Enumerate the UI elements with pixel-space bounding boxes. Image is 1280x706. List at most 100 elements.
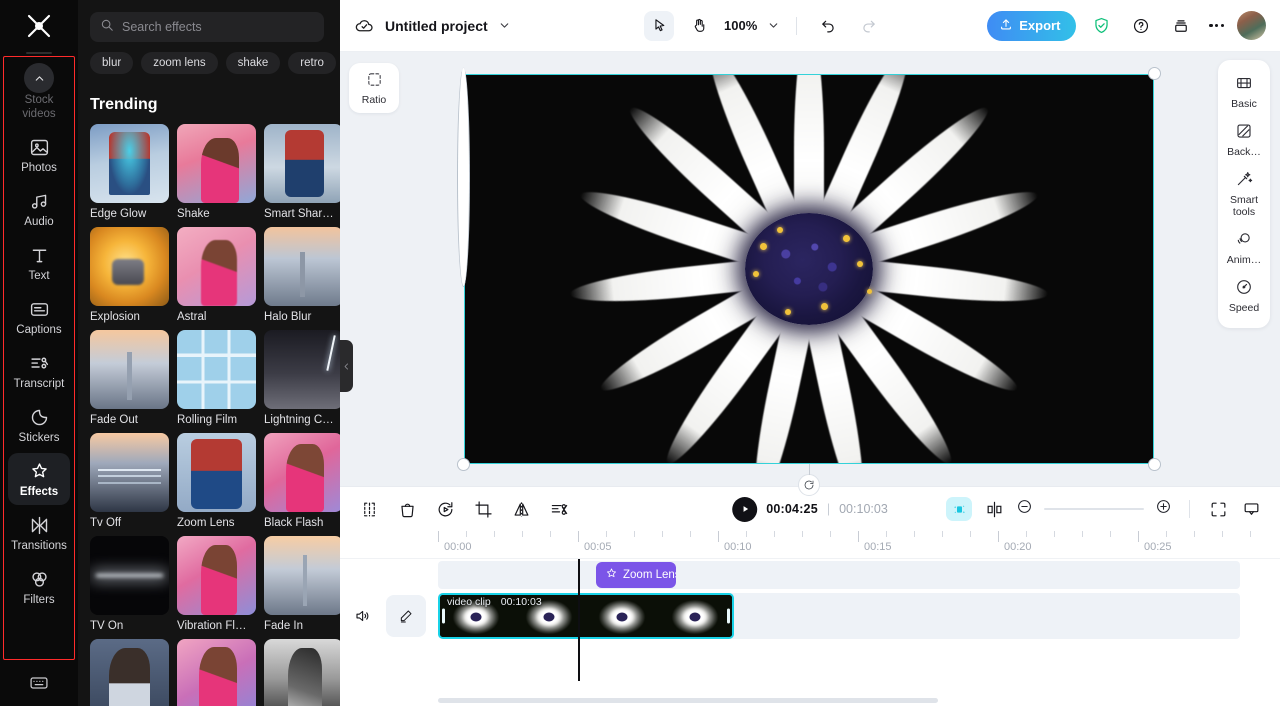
effects-star-icon bbox=[29, 460, 50, 482]
sidebar-item-transcript[interactable]: Transcript bbox=[8, 345, 70, 397]
section-title-trending: Trending bbox=[90, 96, 158, 113]
video-canvas-wrapper[interactable] bbox=[457, 67, 1161, 496]
keyboard-icon[interactable] bbox=[0, 660, 78, 706]
auto-cut-icon[interactable] bbox=[548, 498, 570, 520]
resize-handle-top-right[interactable] bbox=[1148, 67, 1161, 80]
search-input[interactable] bbox=[122, 20, 314, 34]
crop-icon[interactable] bbox=[472, 498, 494, 520]
effects-panel: blur zoom lens shake retro Trending Edge… bbox=[78, 0, 340, 706]
speaker-icon[interactable] bbox=[352, 605, 374, 627]
redo-icon[interactable] bbox=[853, 11, 883, 41]
sidebar-item-filters[interactable]: Filters bbox=[8, 561, 70, 613]
effect-card[interactable]: Explosion bbox=[90, 227, 169, 323]
panel-collapse-handle[interactable] bbox=[340, 340, 353, 392]
effect-clip-zoom-lens[interactable]: Zoom Lens bbox=[596, 562, 676, 588]
effects-track-lane[interactable]: Zoom Lens bbox=[438, 561, 1240, 589]
avatar[interactable] bbox=[1237, 11, 1266, 40]
audio-icon bbox=[29, 190, 50, 212]
effect-card[interactable]: Shake bbox=[177, 124, 256, 220]
effect-card[interactable]: Halo Blur bbox=[264, 227, 340, 323]
sidebar-item-text[interactable]: Text bbox=[8, 237, 70, 289]
sidebar-item-stickers[interactable]: Stickers bbox=[8, 399, 70, 451]
effect-label: Lightning C… bbox=[264, 414, 334, 426]
zoom-in-icon[interactable] bbox=[1155, 498, 1172, 520]
cloud-check-icon[interactable] bbox=[354, 15, 375, 36]
ruler-label: 00:25 bbox=[1144, 541, 1172, 553]
cursor-arrow-icon[interactable] bbox=[644, 10, 675, 41]
sidebar-item-effects[interactable]: Effects bbox=[8, 453, 70, 505]
timeline-horizontal-scrollbar[interactable] bbox=[438, 698, 938, 703]
tag-chip-zoom-lens[interactable]: zoom lens bbox=[141, 52, 218, 74]
effect-thumbnail bbox=[177, 639, 256, 706]
effect-card[interactable] bbox=[264, 639, 340, 706]
effect-card[interactable]: Fade In bbox=[264, 536, 340, 632]
capcut-logo-icon[interactable] bbox=[0, 0, 78, 52]
search-box[interactable] bbox=[90, 12, 324, 42]
undo-icon[interactable] bbox=[813, 11, 843, 41]
chevron-up-icon[interactable] bbox=[24, 63, 54, 93]
tag-chip-retro[interactable]: retro bbox=[288, 52, 336, 74]
hand-icon[interactable] bbox=[684, 11, 714, 41]
delete-icon[interactable] bbox=[396, 498, 418, 520]
video-canvas[interactable] bbox=[464, 74, 1154, 464]
text-icon bbox=[29, 244, 50, 266]
edit-track-button[interactable] bbox=[386, 595, 426, 637]
sidebar-item-photos[interactable]: Photos bbox=[8, 129, 70, 181]
time-separator: | bbox=[826, 502, 831, 516]
effect-card[interactable]: Black Flash bbox=[264, 433, 340, 529]
chevron-down-icon[interactable] bbox=[767, 19, 780, 32]
properties-tab-animation[interactable]: Anim… bbox=[1220, 224, 1268, 270]
timeline-toolbar: 00:04:25 | 00:10:03 bbox=[340, 487, 1280, 531]
clip-trim-handle-right[interactable] bbox=[727, 608, 730, 624]
playhead[interactable] bbox=[578, 559, 580, 681]
effect-card[interactable]: Vibration Fl… bbox=[177, 536, 256, 632]
video-track-lane[interactable]: video clip 00:10:03 bbox=[438, 593, 1240, 639]
resize-handle-bottom-right[interactable] bbox=[1148, 458, 1161, 471]
effect-card[interactable]: Edge Glow bbox=[90, 124, 169, 220]
effect-card[interactable]: Tv Off bbox=[90, 433, 169, 529]
reverse-icon[interactable] bbox=[434, 498, 456, 520]
resize-handle-bottom-left[interactable] bbox=[457, 458, 470, 471]
fit-screen-icon[interactable] bbox=[1207, 498, 1229, 520]
mirror-icon[interactable] bbox=[510, 498, 532, 520]
split-icon[interactable] bbox=[358, 498, 380, 520]
video-clip[interactable]: video clip 00:10:03 bbox=[438, 593, 734, 639]
ratio-button[interactable]: Ratio bbox=[349, 63, 399, 113]
export-button[interactable]: Export bbox=[987, 10, 1077, 41]
effect-card[interactable] bbox=[177, 639, 256, 706]
effect-card[interactable]: Smart Shar… bbox=[264, 124, 340, 220]
effect-card[interactable]: Fade Out bbox=[90, 330, 169, 426]
ai-magic-icon[interactable] bbox=[946, 497, 972, 521]
sidebar-item-transitions[interactable]: Transitions bbox=[8, 507, 70, 559]
question-circle-icon[interactable] bbox=[1126, 11, 1156, 41]
more-horizontal-icon[interactable] bbox=[1206, 23, 1227, 28]
sidebar-item-captions[interactable]: Captions bbox=[8, 291, 70, 343]
project-title[interactable]: Untitled project bbox=[385, 18, 488, 34]
resize-handle-top-left[interactable] bbox=[457, 67, 470, 287]
properties-tab-smart-tools[interactable]: Smart tools bbox=[1220, 164, 1268, 222]
clip-trim-handle-left[interactable] bbox=[442, 608, 445, 624]
split-view-icon[interactable] bbox=[983, 498, 1005, 520]
shield-check-icon[interactable] bbox=[1086, 11, 1116, 41]
tag-chip-shake[interactable]: shake bbox=[225, 52, 281, 74]
effect-card[interactable]: Zoom Lens bbox=[177, 433, 256, 529]
properties-tab-basic[interactable]: Basic bbox=[1220, 68, 1268, 114]
tag-chip-blur[interactable]: blur bbox=[90, 52, 134, 74]
chevron-down-icon[interactable] bbox=[498, 19, 511, 32]
properties-tab-background[interactable]: Back… bbox=[1220, 116, 1268, 162]
effect-card[interactable] bbox=[90, 639, 169, 706]
timeline-ruler[interactable]: 00:00 00:05 00:10 00:15 00:20 00:25 bbox=[340, 531, 1280, 559]
zoom-out-icon[interactable] bbox=[1016, 498, 1033, 520]
effect-card[interactable]: Astral bbox=[177, 227, 256, 323]
play-button[interactable] bbox=[732, 496, 758, 522]
sidebar-item-audio[interactable]: Audio bbox=[8, 183, 70, 235]
effect-thumbnail bbox=[90, 639, 169, 706]
timeline-zoom-slider[interactable] bbox=[1044, 508, 1144, 510]
layers-icon[interactable] bbox=[1166, 11, 1196, 41]
properties-tab-speed[interactable]: Speed bbox=[1220, 272, 1268, 318]
zoom-level[interactable]: 100% bbox=[724, 18, 757, 33]
display-icon[interactable] bbox=[1240, 498, 1262, 520]
effect-card[interactable]: TV On bbox=[90, 536, 169, 632]
effect-card[interactable]: Lightning C… bbox=[264, 330, 340, 426]
effect-card[interactable]: Rolling Film bbox=[177, 330, 256, 426]
